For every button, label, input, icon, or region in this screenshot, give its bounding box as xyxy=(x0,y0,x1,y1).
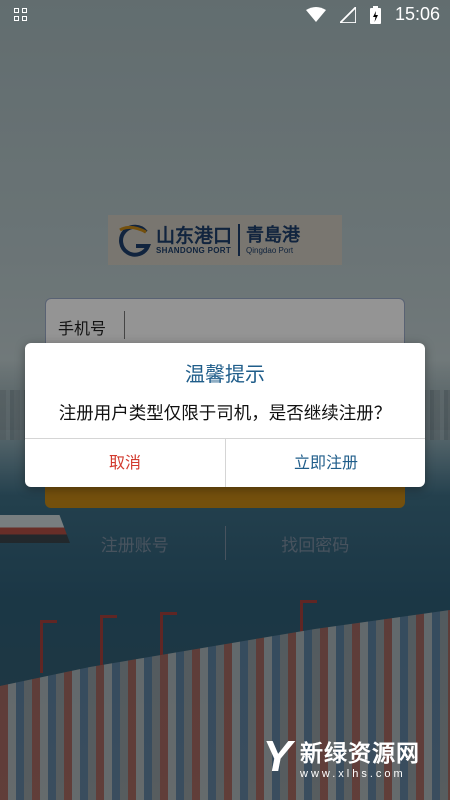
dialog-title: 温馨提示 xyxy=(185,362,265,386)
battery-charging-icon xyxy=(369,5,381,24)
status-bar: 15:06 xyxy=(0,0,450,30)
watermark-logo-icon: Y xyxy=(262,732,292,781)
signal-icon xyxy=(339,6,356,23)
notice-dialog: 温馨提示 注册用户类型仅限于司机，是否继续注册？ 取消 立即注册 xyxy=(25,343,425,487)
cancel-button[interactable]: 取消 xyxy=(25,439,225,487)
dialog-message: 注册用户类型仅限于司机，是否继续注册？ xyxy=(58,404,392,424)
wifi-icon xyxy=(305,6,326,22)
notification-grid-icon xyxy=(14,8,28,22)
watermark: Y 新绿资源网 www.xlhs.com xyxy=(262,732,420,781)
clock: 15:06 xyxy=(394,4,440,24)
watermark-url: www.xlhs.com xyxy=(300,768,406,780)
register-now-button[interactable]: 立即注册 xyxy=(226,439,426,487)
watermark-text: 新绿资源网 xyxy=(300,741,420,767)
